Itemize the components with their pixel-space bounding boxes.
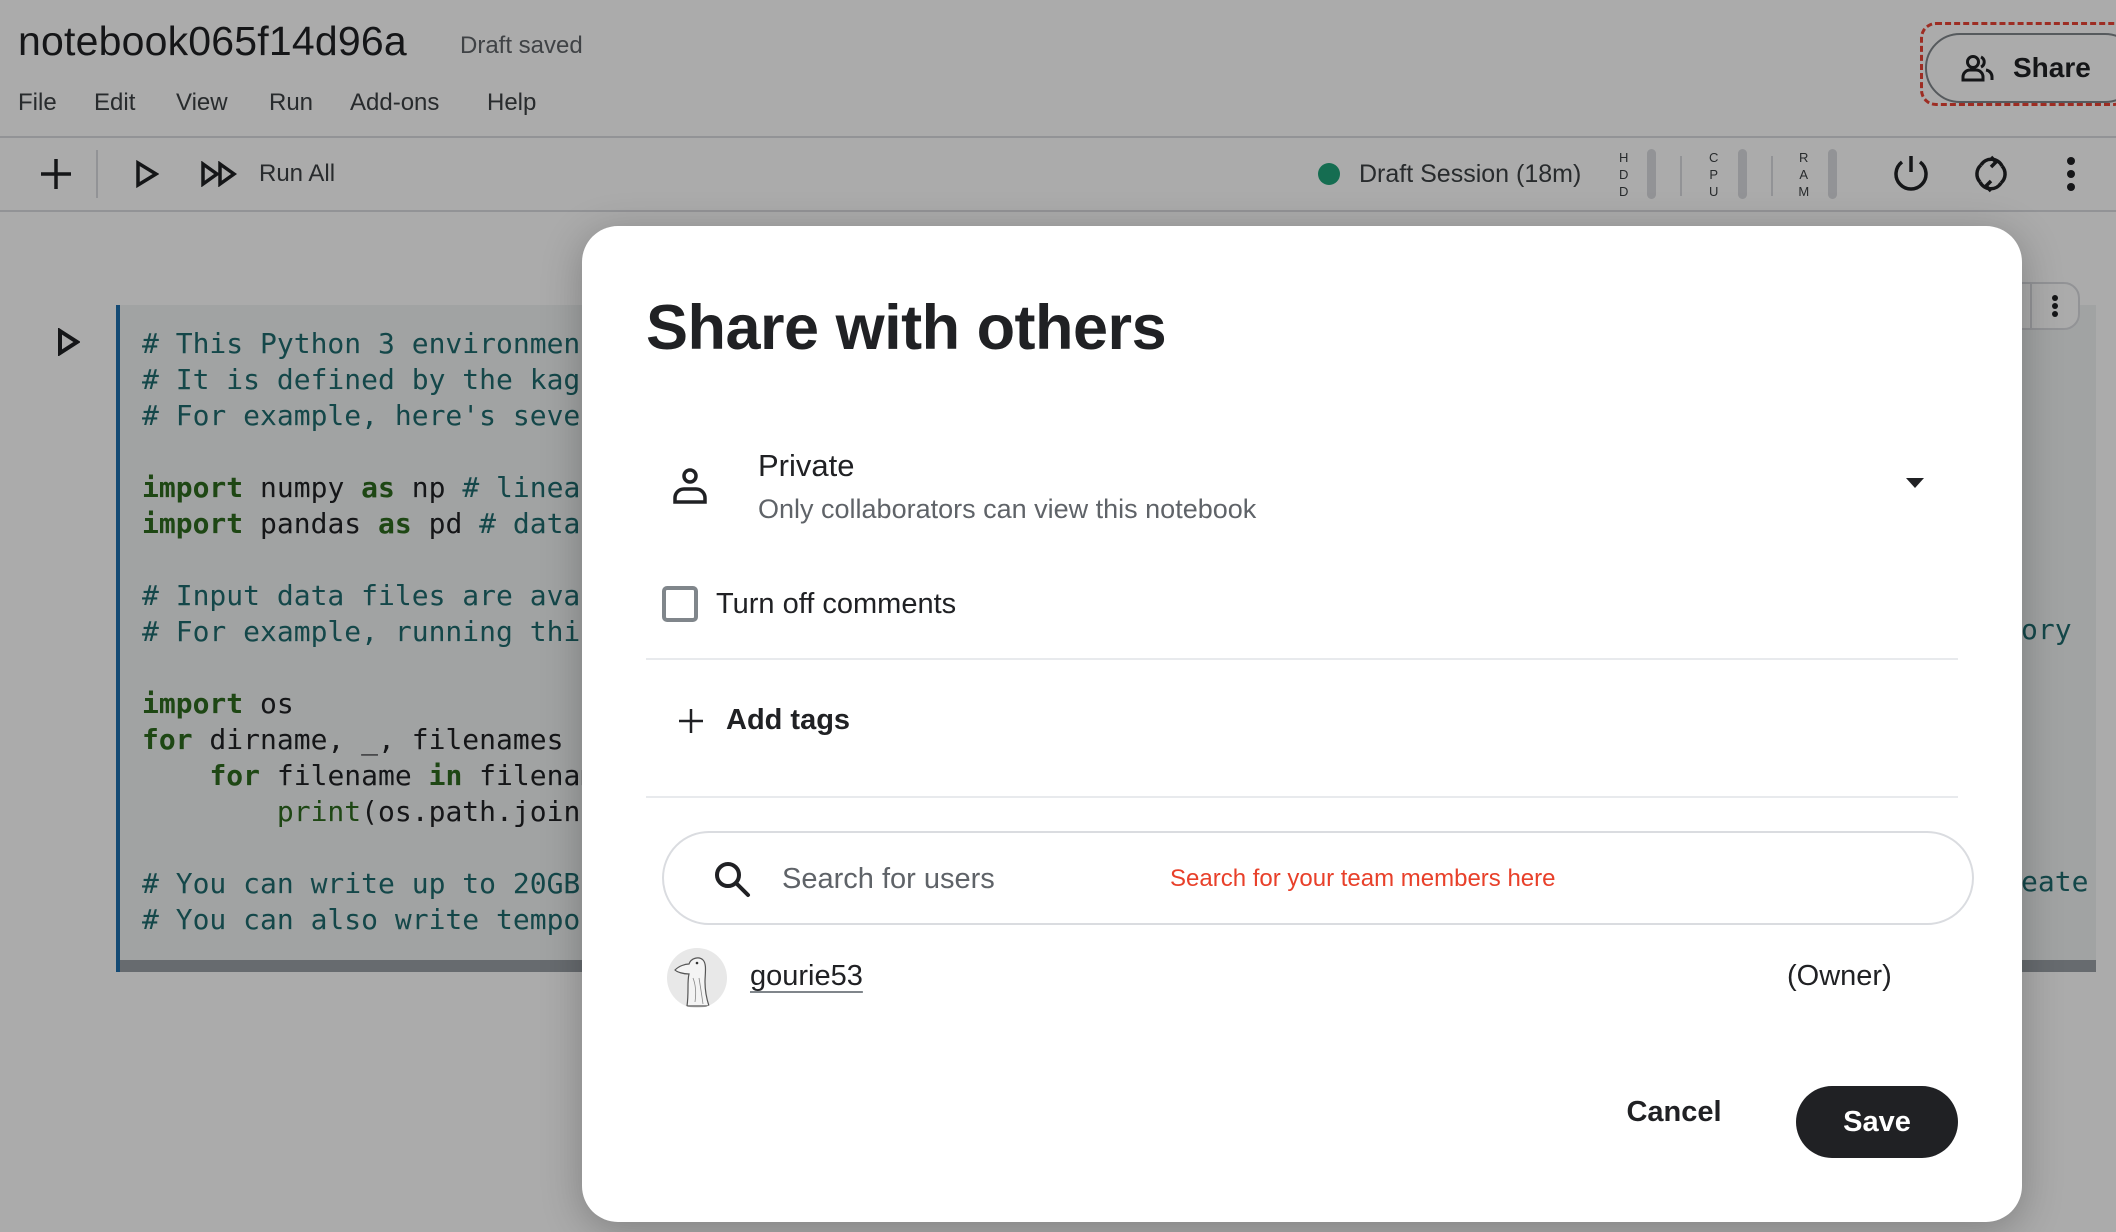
share-dialog: Share with others Private Only collabora…: [582, 226, 2022, 1222]
collaborator-role: (Owner): [1787, 960, 1892, 992]
user-search-field[interactable]: Search for your team members here: [662, 831, 1974, 925]
add-tags-label: Add tags: [726, 704, 851, 736]
turn-off-comments-label: Turn off comments: [716, 587, 957, 620]
goose-avatar-icon: [674, 957, 710, 1007]
collaborator-username[interactable]: gourie53: [750, 960, 863, 993]
collaborator-row: gourie53 (Owner): [667, 948, 1892, 1008]
cancel-button[interactable]: Cancel: [1604, 1077, 1744, 1147]
turn-off-comments-option[interactable]: Turn off comments: [662, 586, 956, 622]
section-divider: [646, 796, 1958, 798]
avatar: [667, 948, 727, 1008]
turn-off-comments-checkbox[interactable]: [662, 586, 698, 622]
section-divider: [646, 658, 1958, 660]
plus-icon: [679, 708, 703, 733]
save-button[interactable]: Save: [1796, 1086, 1958, 1158]
search-hint-annotation: Search for your team members here: [1170, 865, 1556, 892]
privacy-label: Private: [758, 448, 855, 483]
user-search-input[interactable]: [782, 853, 1142, 905]
privacy-select[interactable]: Private Only collaborators can view this…: [646, 434, 1946, 540]
person-icon: [673, 468, 707, 504]
caret-down-icon: [1906, 478, 1924, 488]
add-tags-button[interactable]: Add tags: [678, 704, 850, 737]
search-icon: [715, 862, 750, 897]
dialog-title: Share with others: [646, 293, 1167, 363]
privacy-description: Only collaborators can view this noteboo…: [758, 494, 1257, 524]
